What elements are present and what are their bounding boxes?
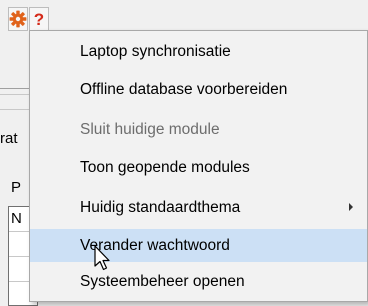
background-text: P [11, 179, 22, 196]
menu-item-system-admin[interactable]: Systeembeheer openen [30, 265, 367, 298]
menu-item-label: Laptop synchronisatie [80, 43, 231, 60]
menu-item-label: Toon geopende modules [80, 159, 250, 176]
help-icon: ? [33, 9, 45, 29]
gear-icon [9, 10, 27, 28]
menu-item-default-theme[interactable]: Huidig standaardthema [30, 191, 367, 224]
mouse-pointer-icon [94, 245, 110, 271]
background-text: N [11, 210, 22, 227]
menu-item-show-modules[interactable]: Toon geopende modules [30, 151, 367, 184]
menu-item-offline-database[interactable]: Offline database voorbereiden [30, 73, 367, 106]
background-text: rat [0, 130, 18, 147]
help-button[interactable]: ? [29, 7, 49, 31]
menu-item-laptop-sync[interactable]: Laptop synchronisatie [30, 35, 367, 68]
submenu-arrow-icon [349, 203, 353, 211]
divider [0, 88, 30, 89]
menu-item-label: Huidig standaardthema [80, 199, 241, 216]
divider [0, 94, 30, 95]
divider [0, 109, 30, 110]
context-menu: Laptop synchronisatie Offline database v… [29, 30, 368, 302]
menu-item-label: Sluit huidige module [80, 121, 220, 138]
menu-item-label: Offline database voorbereiden [80, 81, 288, 98]
menu-item-close-module: Sluit huidige module [30, 113, 367, 146]
menu-item-change-password[interactable]: Verander wachtwoord [30, 229, 367, 262]
settings-button[interactable] [8, 7, 28, 31]
